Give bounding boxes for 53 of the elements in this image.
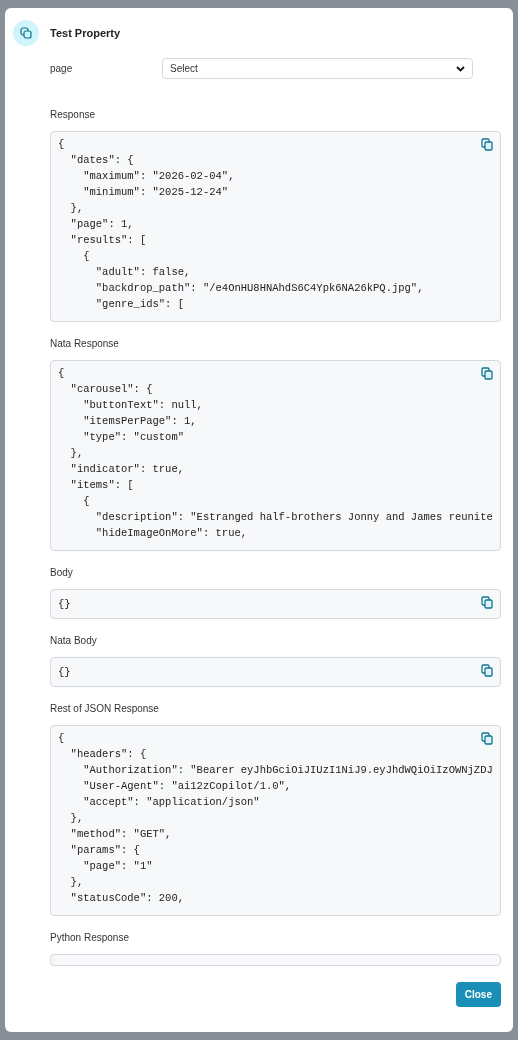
code-line: "indicator": true, [69, 462, 185, 477]
code-line: { [58, 366, 65, 381]
code-line: "page": "1" [82, 859, 153, 874]
code-line: "page": 1, [69, 217, 134, 232]
code-line: }, [69, 875, 84, 890]
code-line: "buttonText": null, [82, 398, 203, 413]
code-line: "items": [ [69, 478, 134, 493]
code-line: "results": [ [69, 233, 147, 248]
code-line: "dates": { [69, 153, 134, 168]
code-line: }, [69, 811, 84, 826]
code-line: "type": "custom" [82, 430, 185, 445]
code-line: "genre_ids": [ [94, 297, 185, 312]
code-line: "method": "GET", [69, 827, 172, 842]
copy-icon[interactable] [481, 138, 493, 151]
code-line: { [82, 249, 90, 264]
code-line: "maximum": "2026-02-04", [82, 169, 235, 184]
code-line: "carousel": { [69, 382, 153, 397]
code-line: "headers": { [69, 747, 147, 762]
copy-icon[interactable] [481, 732, 493, 745]
code-line: }, [69, 446, 84, 461]
dialog-icon [13, 20, 39, 46]
code-line: "adult": false, [94, 265, 191, 280]
copy-icon[interactable] [481, 596, 493, 609]
code-line: "description": "Estranged half-brothers Jonny and James reunite [94, 510, 493, 525]
code-line: "backdrop_path": "/e4OnHU8HNAhdS6C4Ypk6NA26kPQ.jpg", [94, 281, 424, 296]
copy-icon[interactable] [481, 664, 493, 677]
chevron-down-icon [456, 65, 465, 72]
section-label: Nata Body [50, 634, 98, 648]
dialog-title: Test Property [50, 25, 121, 41]
code-line: {} [58, 597, 71, 612]
code-line: "User-Agent": "ai12zCopilot/1.0", [82, 779, 292, 794]
code-line: "params": { [69, 843, 140, 858]
code-line: "accept": "application/json" [82, 795, 260, 810]
section-label: Rest of JSON Response [50, 702, 160, 716]
code-line: { [58, 137, 65, 152]
code-line: { [82, 494, 90, 509]
close-button[interactable]: Close [455, 982, 501, 1007]
code-line: }, [69, 201, 84, 216]
select-placeholder: Select [170, 62, 198, 76]
section-label: Nata Response [50, 337, 120, 351]
section-label: Response [50, 108, 97, 122]
section-label: Python Response [50, 931, 130, 945]
field-label: page [50, 62, 74, 76]
code-line: "itemsPerPage": 1, [82, 414, 197, 429]
select-field[interactable]: Select [162, 58, 473, 79]
copy-icon[interactable] [481, 367, 493, 380]
code-line: {} [58, 665, 71, 680]
code-line: "minimum": "2025-12-24" [82, 185, 229, 200]
code-line: "statusCode": 200, [69, 891, 185, 906]
code-line: "Authorization": "Bearer eyJhbGciOiJIUzI1NiJ9.eyJhdWQiOiIzOWNjZDJ [82, 763, 493, 778]
code-line: "hideImageOnMore": true, [94, 526, 248, 541]
section-label: Body [50, 566, 74, 580]
code-line: { [58, 731, 65, 746]
